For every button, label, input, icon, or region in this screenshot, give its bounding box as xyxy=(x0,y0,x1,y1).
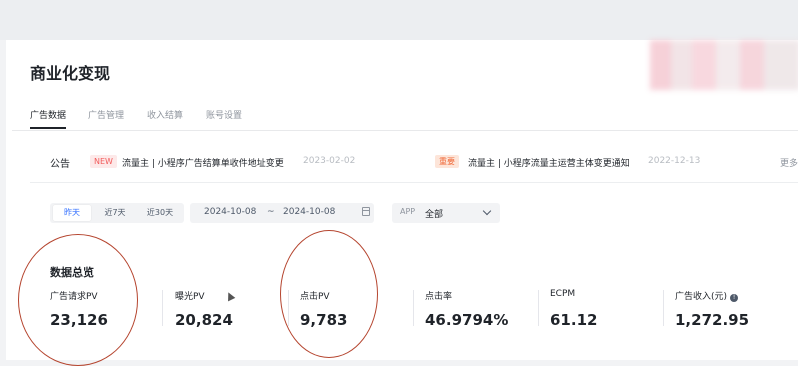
chevron-down-icon xyxy=(482,206,492,216)
stat-divider xyxy=(162,290,163,326)
top-band xyxy=(0,0,798,40)
stat-divider xyxy=(413,290,414,326)
notice-bar: 公告 NEW 流量主 | 小程序广告结算单收件地址变更 2023-02-02 重… xyxy=(30,152,798,174)
stat-label: ECPM xyxy=(550,289,576,299)
info-icon[interactable]: ! xyxy=(730,294,739,302)
stat-ecpm: ECPM 61.12 xyxy=(550,289,597,329)
app-select-value: 全部 xyxy=(425,210,444,220)
tabs-divider xyxy=(12,130,798,131)
stat-value: 46.9794% xyxy=(425,311,509,329)
stat-value: 61.12 xyxy=(550,311,598,329)
stat-impressions: 曝光PV 20,824 xyxy=(175,289,233,329)
range-yesterday[interactable]: 昨天 xyxy=(53,205,91,221)
notice-date-2: 2022-12-13 xyxy=(648,156,701,166)
date-range-segment: 昨天 近7天 近30天 xyxy=(50,203,184,223)
range-7-days[interactable]: 近7天 xyxy=(96,205,134,221)
stat-ad-revenue: 广告收入(元)! 1,272.95 xyxy=(675,289,749,329)
active-tab-indicator xyxy=(30,127,66,129)
stat-divider xyxy=(663,290,664,326)
stat-label: 广告收入(元) xyxy=(675,292,728,302)
notice-link-2[interactable]: 流量主 | 小程序流量主运营主体变更通知 xyxy=(468,156,630,169)
annotation-circle xyxy=(18,234,138,366)
calendar-icon xyxy=(362,207,370,216)
date-end: 2024-10-08 xyxy=(283,207,336,217)
range-30-days[interactable]: 近30天 xyxy=(139,205,181,221)
notice-badge-important: 重要 xyxy=(435,155,459,168)
stat-label-row: 广告收入(元)! xyxy=(675,289,739,302)
notice-label: 公告 xyxy=(50,159,70,170)
tab-ad-management[interactable]: 广告管理 xyxy=(88,108,124,121)
tab-ad-data[interactable]: 广告数据 xyxy=(30,108,66,121)
blurred-account-info xyxy=(650,40,798,90)
stat-value: 20,824 xyxy=(175,311,233,329)
notice-badge-new: NEW xyxy=(90,155,117,168)
notice-date-1: 2023-02-02 xyxy=(303,156,356,166)
page-title: 商业化变现 xyxy=(30,64,111,83)
stat-label: 点击率 xyxy=(425,292,453,302)
app-select[interactable]: APP 全部 xyxy=(392,203,500,223)
date-separator: ~ xyxy=(267,207,275,217)
notice-divider xyxy=(30,182,798,183)
stat-value: 1,272.95 xyxy=(675,311,750,329)
notice-link-1[interactable]: 流量主 | 小程序广告结算单收件地址变更 xyxy=(122,156,284,169)
tab-account-settings[interactable]: 账号设置 xyxy=(206,108,242,121)
date-start: 2024-10-08 xyxy=(204,207,257,217)
tab-revenue-settlement[interactable]: 收入结算 xyxy=(147,108,183,121)
stat-label: 曝光PV xyxy=(175,292,205,302)
app-select-label: APP xyxy=(400,207,416,216)
annotation-circle xyxy=(280,230,378,358)
stat-divider xyxy=(538,290,539,326)
date-range-picker[interactable]: 2024-10-08 ~ 2024-10-08 xyxy=(190,203,374,223)
notice-more-link[interactable]: 更多 xyxy=(780,156,798,169)
stat-ctr: 点击率 46.9794% xyxy=(425,289,508,329)
